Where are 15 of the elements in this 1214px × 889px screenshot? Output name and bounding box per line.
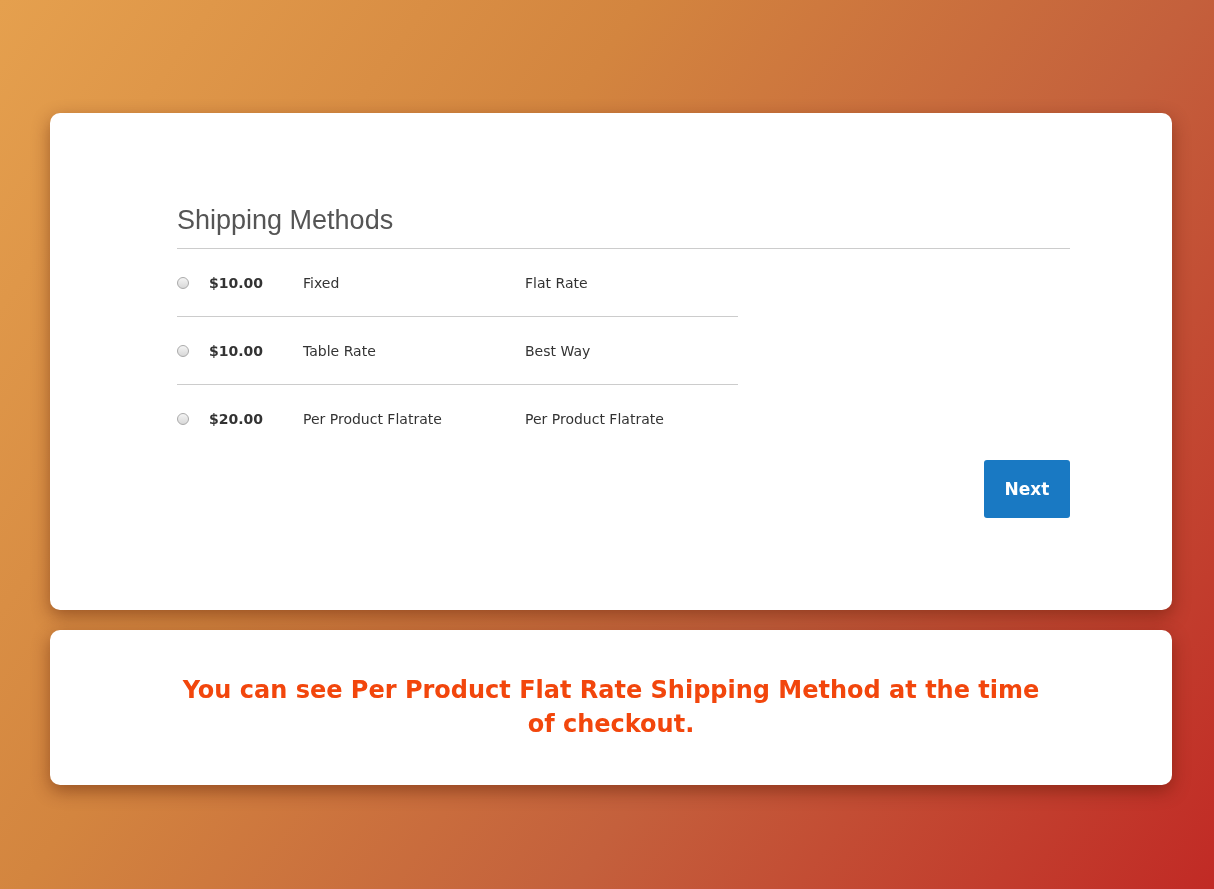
carrier-text: Flat Rate bbox=[525, 274, 589, 291]
section-title: Shipping Methods bbox=[177, 205, 1070, 249]
next-button[interactable]: Next bbox=[984, 460, 1070, 518]
price-text: $20.00 bbox=[209, 410, 265, 427]
radio-button[interactable] bbox=[177, 276, 189, 289]
method-text: Fixed bbox=[303, 274, 341, 291]
price-text: $10.00 bbox=[209, 274, 265, 291]
method-text: Per Product Flatrate bbox=[303, 410, 443, 427]
price-text: $10.00 bbox=[209, 342, 265, 359]
carrier-text: Best Way bbox=[525, 342, 592, 359]
radio-button[interactable] bbox=[177, 344, 189, 357]
radio-button[interactable] bbox=[177, 412, 189, 425]
method-text: Table Rate bbox=[303, 342, 377, 359]
caption-text: You can see Per Product Flat Rate Shipping Method at the time of checkout. bbox=[181, 674, 1041, 740]
carrier-text: Per Product Flatrate bbox=[525, 410, 665, 427]
